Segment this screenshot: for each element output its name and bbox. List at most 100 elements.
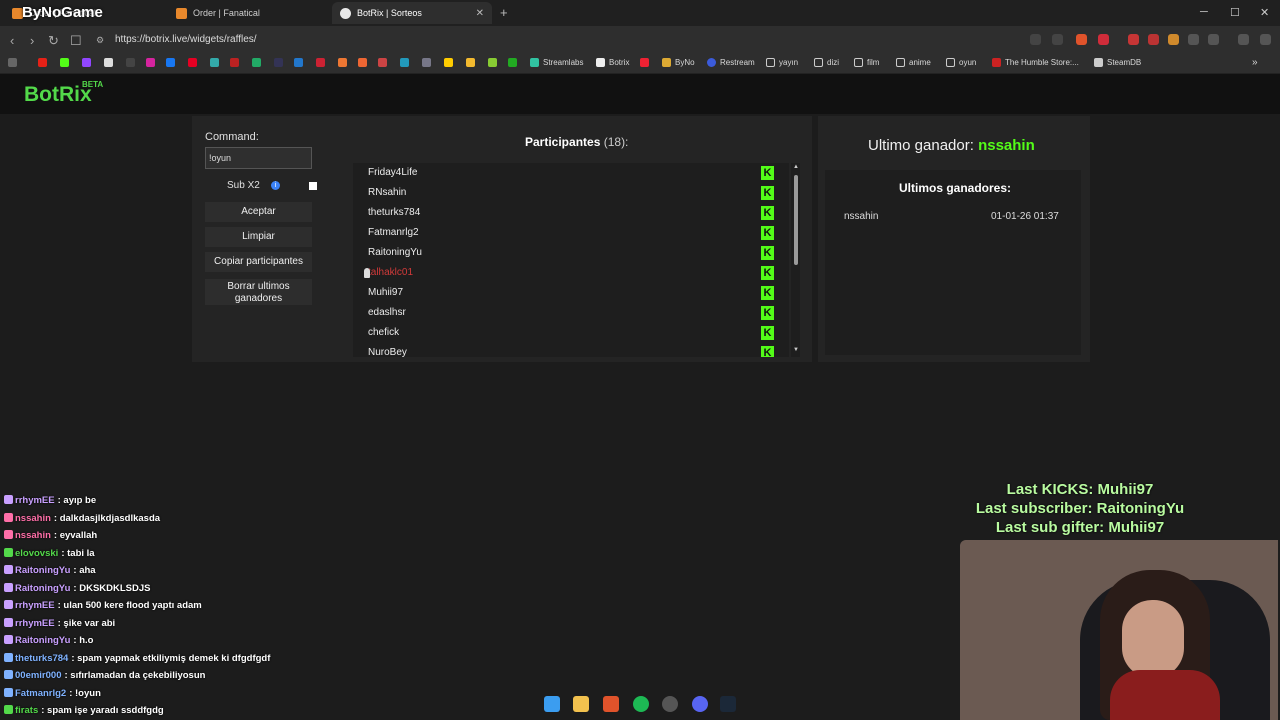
chat-text: : ayıp be [57, 495, 97, 506]
bookmark-icon[interactable] [358, 58, 371, 67]
chat-text: : şike var abi [57, 617, 116, 629]
bookmark-steamdb[interactable]: SteamDB [1094, 58, 1141, 67]
extension-icon[interactable] [1128, 34, 1139, 45]
pinterest-icon[interactable] [188, 58, 201, 67]
windows-start-icon[interactable] [544, 696, 560, 712]
bookmark-humble-store[interactable]: The Humble Store:... [992, 58, 1079, 67]
bookmark-icon[interactable] [252, 58, 265, 67]
list-item: RaitoningYu K [368, 243, 788, 263]
bookmark-icon[interactable] [378, 58, 391, 67]
forward-icon[interactable]: › [30, 33, 34, 48]
chat-username: RaitoningYu [15, 582, 71, 594]
extension-icon[interactable] [1168, 34, 1179, 45]
bookmark-icon[interactable] [508, 58, 521, 67]
minimize-icon[interactable]: ─ [1200, 6, 1208, 18]
kick-icon: K [761, 266, 774, 280]
site-settings-icon[interactable]: ⚙ [96, 35, 104, 46]
brave-browser-icon[interactable] [603, 696, 619, 712]
badge-icon [4, 547, 13, 557]
chat-username: RaitoningYu [15, 565, 71, 576]
bookmark-icon[interactable] [294, 58, 307, 67]
x-icon[interactable] [104, 58, 117, 67]
bookmark-icon[interactable] [316, 58, 329, 67]
browser-tab-active[interactable]: BotRix | Sorteos ✕ [332, 2, 492, 24]
wallet-icon[interactable] [1238, 34, 1249, 45]
scrollbar-thumb[interactable] [794, 175, 798, 265]
extensions-puzzle-icon[interactable] [1188, 34, 1199, 45]
participants-list[interactable]: Friday4Life K RNsahin K theturks784 K Fatma… [353, 163, 789, 357]
last-subscriber: Last subscriber: RaitoningYu [975, 500, 1185, 517]
badge-icon [4, 670, 13, 679]
botrix-icon [340, 7, 351, 19]
scroll-down-icon[interactable]: ▼ [793, 347, 799, 353]
scroll-up-icon[interactable]: ▲ [793, 164, 799, 170]
bookmark-icon[interactable] [444, 58, 457, 67]
close-icon[interactable]: ✕ [476, 8, 484, 19]
reload-icon[interactable]: ↻ [48, 33, 59, 49]
bookmark-streamlabs[interactable]: Streamlabs [530, 58, 583, 67]
new-tab-icon[interactable]: + [500, 5, 508, 20]
chat-message: RaitoningYu: aha [4, 565, 96, 576]
chat-username: 00emir000 [15, 670, 62, 681]
clear-button[interactable]: Limpiar [205, 227, 312, 247]
share-icon[interactable] [1052, 34, 1063, 45]
bookmark-folder-dizi[interactable]: dizi [814, 58, 839, 67]
bookmark-folder-oyun[interactable]: oyun [946, 58, 976, 67]
bookmark-icon[interactable] [466, 58, 479, 67]
bookmark-icon[interactable] [274, 58, 287, 67]
list-item: NuroBey K [368, 343, 788, 357]
more-bookmarks-icon[interactable]: » [1252, 57, 1258, 68]
sidebar-icon[interactable] [1208, 34, 1219, 45]
kick-icon[interactable] [60, 58, 73, 67]
chat-text: : eyvallah [53, 530, 98, 541]
twitch-icon[interactable] [82, 58, 95, 67]
bookmark-byno[interactable]: ByNo [662, 58, 695, 67]
apps-icon[interactable] [8, 58, 21, 67]
bookmarks-bar: Streamlabs Botrix ByNo Restream yayın di… [0, 54, 1280, 74]
spotify-icon[interactable] [633, 696, 649, 712]
browser-tab[interactable]: Order | Fanatical [168, 2, 328, 24]
instagram-icon[interactable] [146, 58, 159, 67]
badge-icon [4, 495, 13, 504]
bookmark-restream[interactable]: Restream [707, 58, 755, 67]
discord-icon[interactable] [692, 696, 708, 712]
extension-icon[interactable] [1148, 34, 1159, 45]
obs-icon[interactable] [662, 696, 678, 712]
sub-x2-checkbox[interactable] [309, 182, 317, 190]
bookmark-icon[interactable] [126, 58, 139, 67]
info-icon[interactable]: i [271, 181, 280, 190]
kick-icon: K [761, 346, 774, 357]
bookmark-icon[interactable] [640, 58, 653, 67]
maximize-icon[interactable]: ☐ [1230, 6, 1240, 19]
badge-icon [4, 600, 13, 609]
close-window-icon[interactable]: ✕ [1260, 6, 1269, 19]
list-item-hovered[interactable]: talhaklc01 K [368, 263, 788, 283]
bookmark-botrix[interactable]: Botrix [596, 58, 629, 67]
url-field[interactable]: https://botrix.live/widgets/raffles/ [115, 34, 257, 45]
delete-winners-button[interactable]: Borrar ultimos ganadores [205, 279, 312, 305]
bookmark-icon[interactable] [338, 58, 351, 67]
youtube-icon[interactable] [38, 58, 51, 67]
bookmark-folder-yayin[interactable]: yayın [766, 58, 798, 67]
rewards-icon[interactable] [1098, 34, 1109, 45]
bookmark-folder-film[interactable]: film [854, 58, 879, 67]
bookmark-icon[interactable] [422, 58, 435, 67]
translate-icon[interactable] [1030, 34, 1041, 45]
command-input[interactable] [205, 147, 312, 169]
brave-shield-icon[interactable] [1076, 34, 1087, 45]
file-explorer-icon[interactable] [573, 696, 589, 712]
bookmark-icon[interactable]: ☐ [70, 33, 82, 49]
stream-stats: Last KICKS: Muhii97 Last subscriber: Rai… [960, 480, 1200, 537]
steam-icon[interactable] [720, 696, 736, 712]
bookmark-icon[interactable] [400, 58, 413, 67]
bookmark-icon[interactable] [210, 58, 223, 67]
bookmark-folder-anime[interactable]: anime [896, 58, 931, 67]
badge-icon [4, 617, 13, 627]
back-icon[interactable]: ‹ [10, 33, 14, 48]
facebook-icon[interactable] [166, 58, 179, 67]
menu-icon[interactable] [1260, 34, 1271, 45]
copy-participants-button[interactable]: Copiar participantes [205, 252, 312, 272]
bookmark-icon[interactable] [230, 58, 243, 67]
accept-button[interactable]: Aceptar [205, 202, 312, 222]
bookmark-icon[interactable] [488, 58, 501, 67]
